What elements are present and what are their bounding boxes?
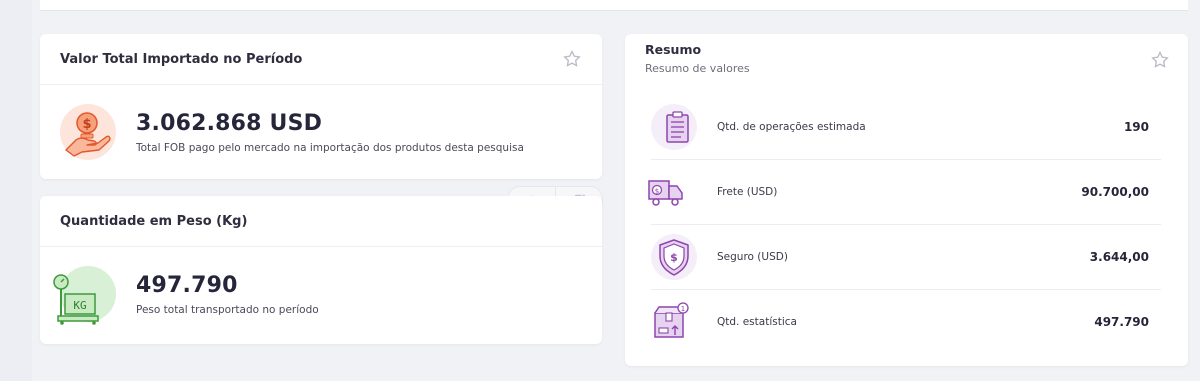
svg-text:$: $ (670, 251, 678, 264)
shield-dollar-icon: $ (651, 234, 697, 280)
box-icon: 1 (651, 299, 697, 345)
resumo-title: Resumo (645, 42, 702, 57)
peso-card: Quantidade em Peso (Kg) KG 497.790 Peso … (40, 196, 602, 344)
svg-text:$: $ (82, 117, 91, 132)
resumo-card: Resumo Resumo de valores Qtd. de operaçõ… (625, 34, 1188, 366)
svg-text:1: 1 (681, 305, 685, 313)
resumo-row-label: Qtd. estatística (717, 316, 797, 328)
resumo-row-frete: $ Frete (USD) 90.700,00 (648, 160, 1161, 224)
valor-total-card: Valor Total Importado no Período $ 3.062… (40, 34, 602, 179)
peso-metric: KG 497.790 Peso total transportado no pe… (40, 247, 602, 341)
resumo-row-seguro: $ Seguro (USD) 3.644,00 (651, 225, 1161, 289)
valor-total-header: Valor Total Importado no Período (40, 34, 602, 85)
valor-total-description: Total FOB pago pelo mercado na importaçã… (136, 141, 524, 154)
truck-icon: $ (648, 169, 697, 215)
resumo-row-label: Seguro (USD) (717, 251, 788, 263)
valor-total-metric: $ 3.062.868 USD Total FOB pago pelo merc… (40, 85, 602, 179)
resumo-row-value: 190 (1123, 120, 1149, 134)
side-strip (0, 0, 32, 381)
svg-text:$: $ (655, 188, 659, 196)
star-icon[interactable] (562, 49, 582, 69)
peso-title: Quantidade em Peso (Kg) (60, 213, 248, 229)
resumo-row-value: 3.644,00 (1089, 250, 1149, 264)
valor-total-value: 3.062.868 USD (136, 110, 323, 136)
peso-header: Quantidade em Peso (Kg) (40, 196, 602, 247)
resumo-row-value: 497.790 (1094, 315, 1149, 329)
valor-total-title: Valor Total Importado no Período (60, 51, 303, 67)
peso-description: Peso total transportado no período (136, 303, 319, 316)
svg-text:KG: KG (73, 299, 86, 312)
scale-icon: KG (53, 266, 116, 325)
money-hand-icon: $ (60, 104, 116, 160)
top-bar (40, 0, 1188, 11)
resumo-row-label: Frete (USD) (717, 186, 778, 198)
resumo-subtitle: Resumo de valores (645, 62, 750, 75)
star-icon[interactable] (1150, 50, 1170, 70)
resumo-row-value: 90.700,00 (1081, 185, 1149, 199)
clipboard-icon (651, 104, 697, 150)
resumo-header: Resumo Resumo de valores (625, 34, 1188, 92)
resumo-row-label: Qtd. de operações estimada (717, 121, 866, 133)
resumo-row-estatistica: 1 Qtd. estatística 497.790 (651, 290, 1161, 354)
resumo-row-operacoes: Qtd. de operações estimada 190 (651, 95, 1161, 159)
peso-value: 497.790 (136, 272, 238, 298)
